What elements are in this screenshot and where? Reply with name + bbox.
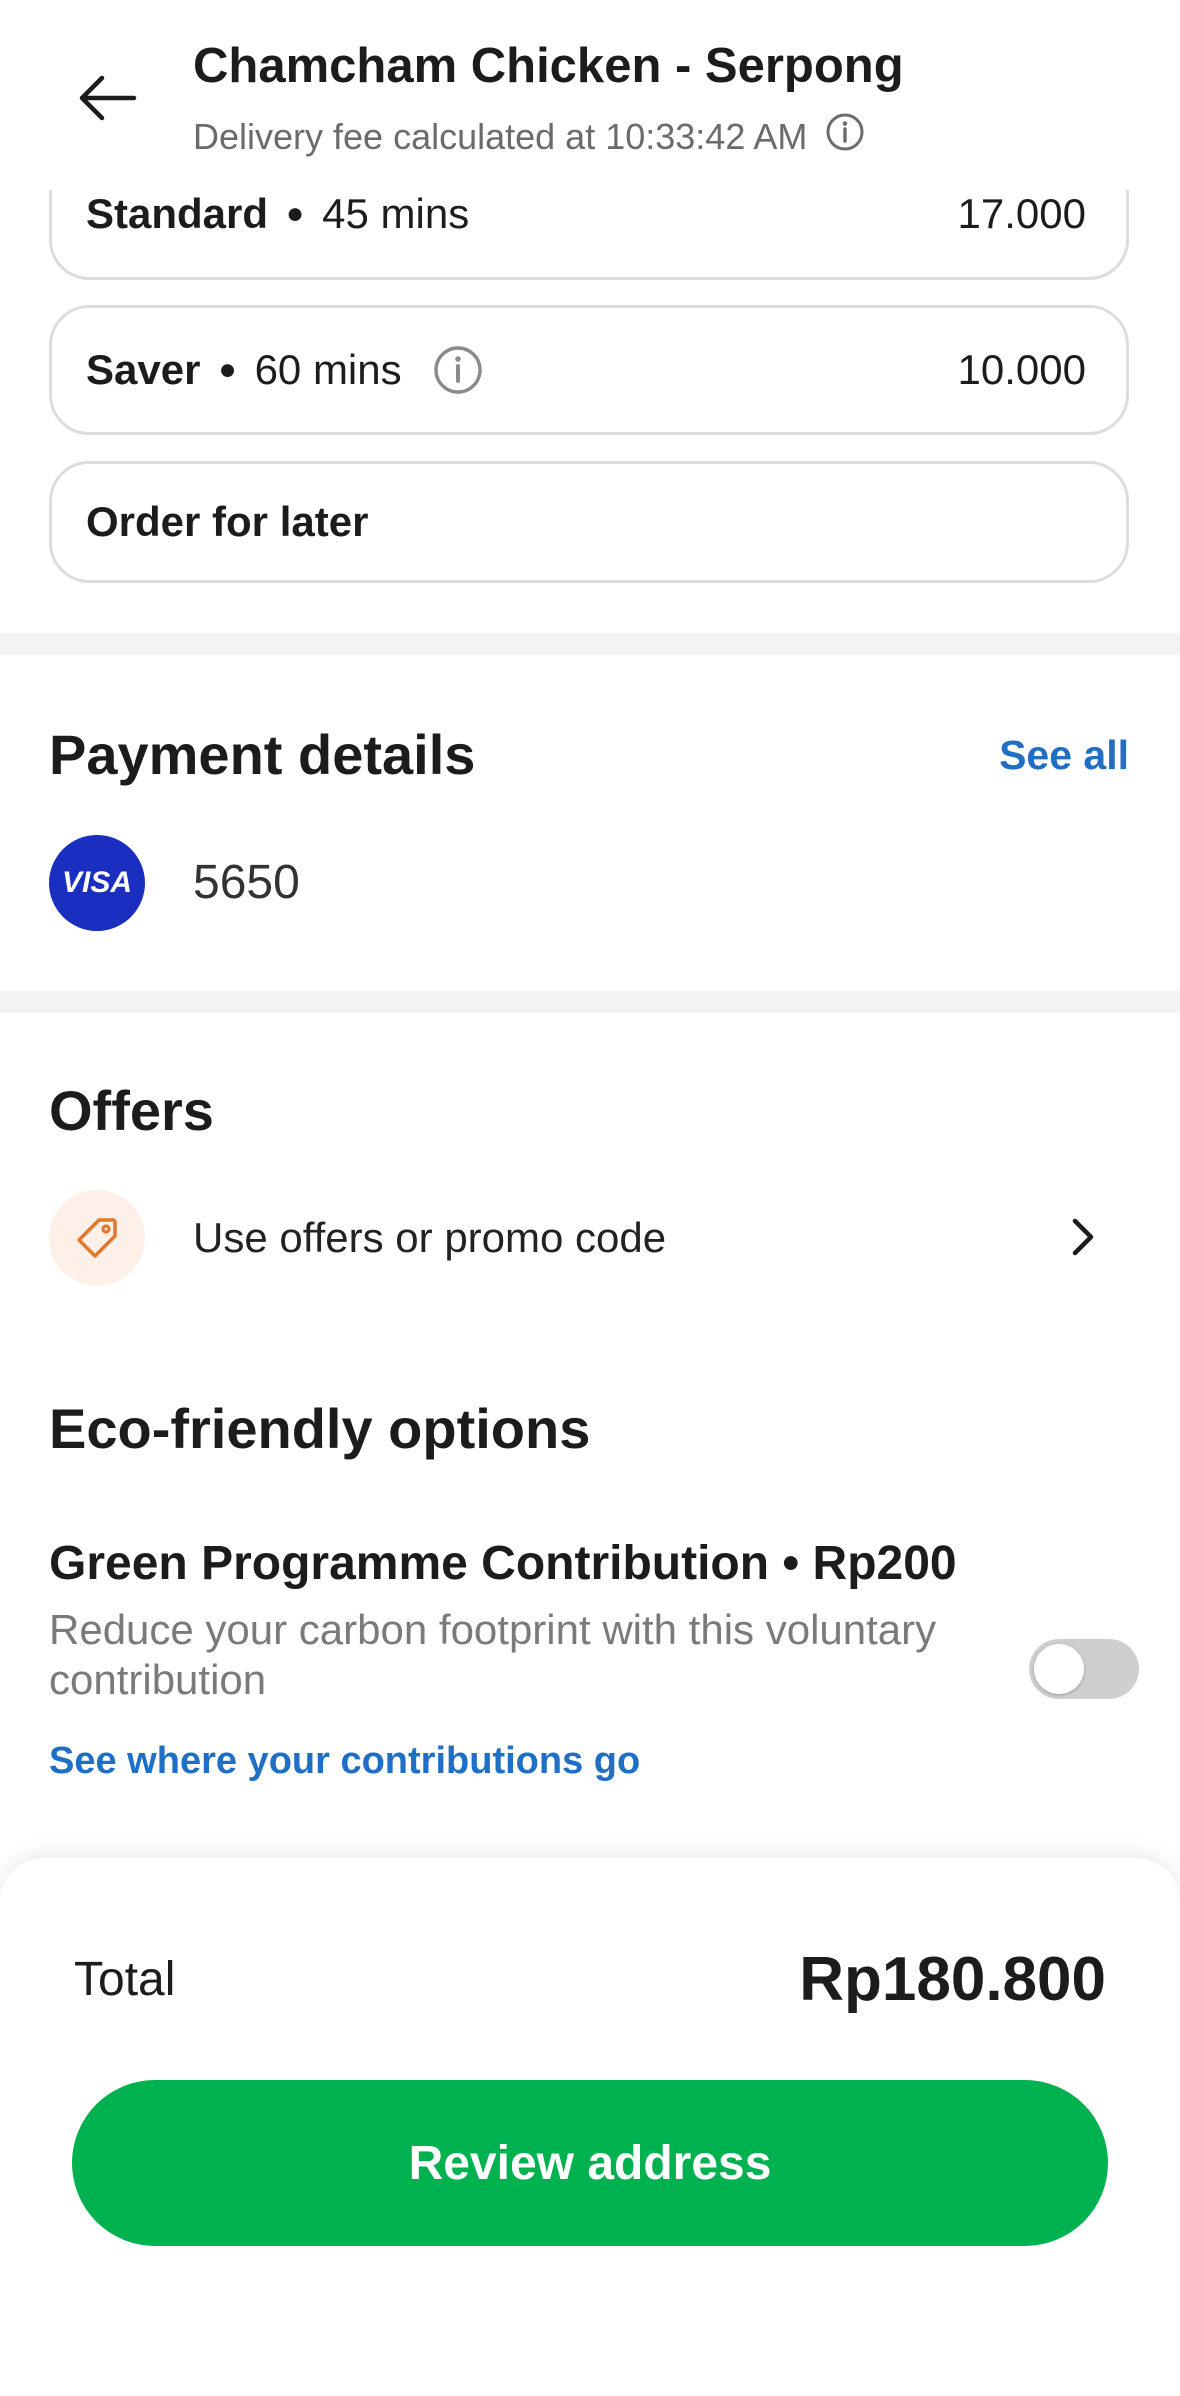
- total-label: Total: [74, 1953, 176, 2006]
- offers-promo-label[interactable]: Use offers or promo code: [193, 1214, 666, 1262]
- option-name: Standard: [86, 189, 269, 237]
- header: Chamcham Chicken - Serpong Delivery fee …: [0, 0, 1180, 190]
- green-programme-title: Green Programme Contribution • Rp200: [49, 1537, 957, 1590]
- total-amount: Rp180.800: [799, 1945, 1106, 2014]
- option-name: Order for later: [86, 498, 369, 545]
- option-price: 17.000: [957, 189, 1086, 237]
- back-button[interactable]: [72, 62, 144, 134]
- delivery-option-order-later[interactable]: Order for later: [49, 461, 1129, 583]
- delivery-option-saver[interactable]: Saver ● 60 mins 10.000: [49, 305, 1129, 435]
- option-price: 10.000: [957, 346, 1086, 393]
- review-address-button[interactable]: Review address: [72, 2080, 1108, 2246]
- separator-dot: ●: [218, 353, 237, 386]
- checkout-footer: Total Rp180.800 Review address: [0, 1858, 1180, 2396]
- info-circle-icon[interactable]: [825, 112, 865, 161]
- section-divider: [0, 633, 1180, 655]
- option-time: 60 mins: [254, 346, 402, 393]
- visa-card-icon: VISA: [49, 835, 145, 931]
- card-last4[interactable]: 5650: [193, 855, 300, 910]
- delivery-fee-text: Delivery fee calculated at 10:33:42 AM: [193, 115, 808, 157]
- delivery-fee-subtitle: Delivery fee calculated at 10:33:42 AM: [193, 112, 865, 161]
- separator-dot: ●: [286, 196, 305, 230]
- option-name: Saver: [86, 346, 201, 393]
- payment-details-title: Payment details: [49, 723, 476, 786]
- arrow-left-icon: [79, 75, 137, 121]
- option-time: 45 mins: [322, 189, 470, 237]
- eco-options-title: Eco-friendly options: [49, 1397, 591, 1460]
- offers-title: Offers: [49, 1079, 214, 1142]
- see-all-link[interactable]: See all: [999, 732, 1129, 779]
- chevron-right-icon[interactable]: [1060, 1212, 1106, 1262]
- section-divider: [0, 991, 1180, 1013]
- green-programme-description: Reduce your carbon footprint with this v…: [49, 1606, 937, 1703]
- tag-icon: [49, 1190, 145, 1286]
- card-brand-label: VISA: [61, 866, 133, 899]
- info-circle-icon[interactable]: [432, 344, 484, 396]
- green-programme-toggle[interactable]: [1029, 1639, 1139, 1699]
- toggle-knob: [1034, 1644, 1084, 1694]
- contributions-link[interactable]: See where your contributions go: [49, 1740, 640, 1783]
- page-title: Chamcham Chicken - Serpong: [193, 39, 904, 93]
